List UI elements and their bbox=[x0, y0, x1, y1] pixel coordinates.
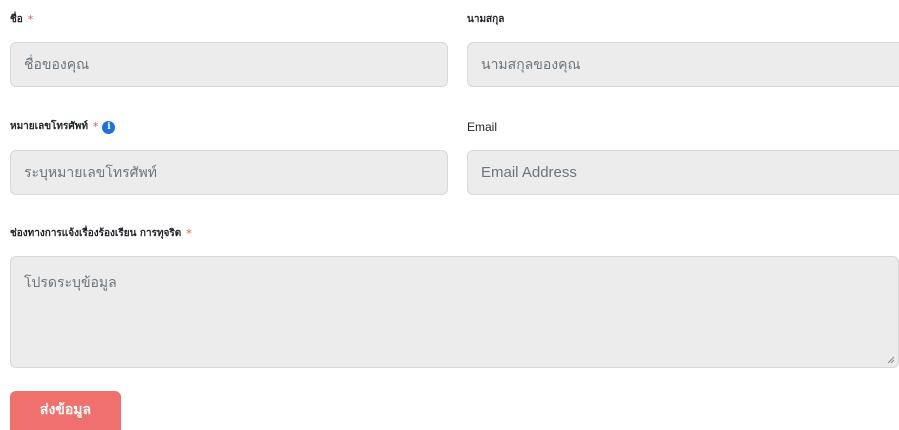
last-name-label: นามสกุล bbox=[467, 13, 504, 27]
email-label: Email bbox=[467, 120, 497, 134]
required-mark: * bbox=[27, 13, 34, 26]
email-input[interactable]: Email Address bbox=[467, 150, 899, 195]
email-label-text: Email bbox=[467, 120, 498, 134]
last-name-label-text: นามสกุล bbox=[467, 14, 505, 25]
email-placeholder: Email Address bbox=[481, 164, 577, 181]
required-mark: * bbox=[92, 120, 99, 133]
phone-label: หมายเลขโทรศัพท์ * i bbox=[10, 120, 116, 134]
phone-input[interactable]: ระบุหมายเลขโทรศัพท์ bbox=[10, 150, 448, 195]
first-name-label: ชื่อ * bbox=[10, 13, 33, 27]
channel-label-text: ช่องทางการแจ้งเรื่องร้องเรียน การทุจริต bbox=[10, 228, 182, 239]
last-name-input[interactable]: นามสกุลของคุณ bbox=[467, 42, 899, 87]
channel-textarea[interactable]: โปรดระบุข้อมูล bbox=[10, 256, 899, 368]
info-icon[interactable]: i bbox=[102, 120, 116, 134]
phone-label-text: หมายเลขโทรศัพท์ bbox=[10, 121, 88, 132]
phone-placeholder: ระบุหมายเลขโทรศัพท์ bbox=[24, 164, 157, 181]
first-name-input[interactable]: ชื่อของคุณ bbox=[10, 42, 448, 87]
complaint-form: ชื่อ * ชื่อของคุณ นามสกุล นามสกุลของคุณ … bbox=[0, 0, 899, 430]
resize-handle-icon[interactable] bbox=[887, 356, 895, 364]
channel-label: ช่องทางการแจ้งเรื่องร้องเรียน การทุจริต … bbox=[10, 227, 192, 241]
first-name-label-text: ชื่อ bbox=[10, 14, 23, 25]
required-mark: * bbox=[186, 227, 192, 240]
channel-placeholder: โปรดระบุข้อมูล bbox=[24, 275, 117, 291]
last-name-placeholder: นามสกุลของคุณ bbox=[481, 56, 581, 73]
submit-button[interactable]: ส่งข้อมูล bbox=[10, 391, 121, 430]
first-name-placeholder: ชื่อของคุณ bbox=[24, 56, 90, 73]
